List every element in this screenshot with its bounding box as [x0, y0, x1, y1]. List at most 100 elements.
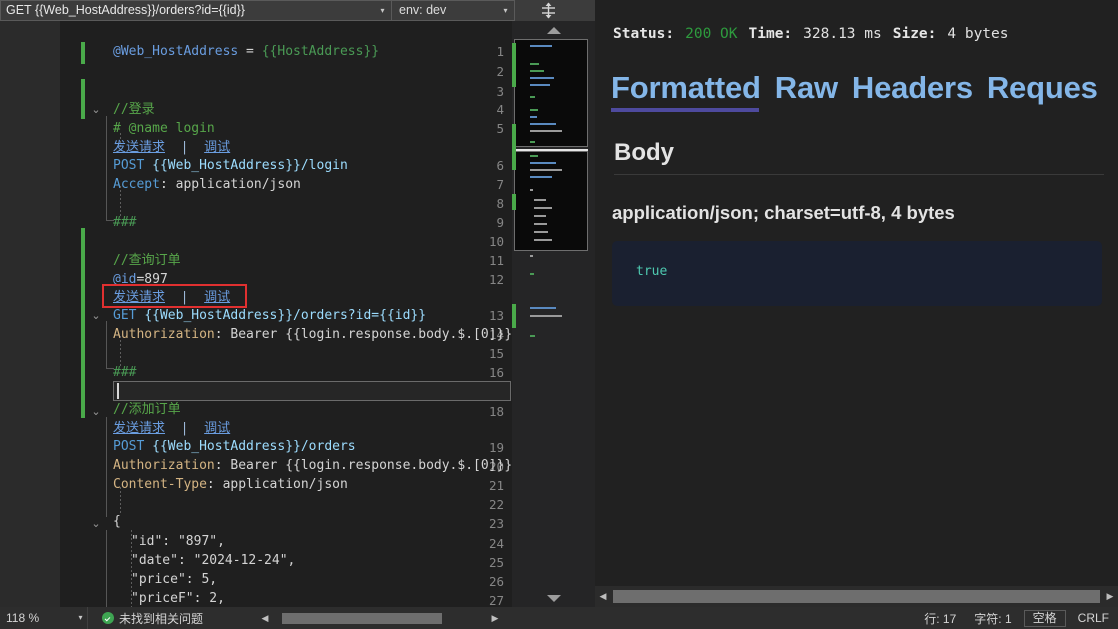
code-line: Authorization: Bearer {{login.response.b…	[113, 456, 512, 476]
code-line: //添加订单	[113, 400, 181, 420]
fold-chevron-icon[interactable]: ⌄	[88, 100, 104, 120]
minimap-line	[530, 45, 552, 47]
minimap-scroll-down-button[interactable]	[512, 589, 595, 607]
send-request-link[interactable]: 发送请求	[113, 290, 165, 305]
code-token-header-value: : Bearer {{login.response.body.$.[0]}}	[214, 458, 512, 473]
code-token-json: "priceF": 2,	[131, 591, 225, 606]
response-body-code-block: true	[612, 241, 1102, 306]
line-number-gutter	[0, 21, 60, 607]
response-body-value: true	[636, 264, 668, 279]
code-token-separator: ###	[113, 365, 137, 380]
minimap-line	[530, 155, 538, 157]
minimap-change-indicator	[512, 304, 516, 328]
code-editor[interactable]: 1 2 3 4 5 6 7 8 9 10 11 12 13 14 15 16 1…	[0, 21, 512, 607]
debug-link[interactable]: 调试	[204, 140, 230, 155]
minimap-scroll-up-button[interactable]	[512, 21, 595, 39]
link-separator: |	[180, 421, 189, 436]
scroll-right-arrow-icon[interactable]: ▶	[1102, 591, 1118, 602]
code-line: //查询订单	[113, 251, 181, 271]
minimap-viewport[interactable]	[514, 151, 588, 251]
zoom-level-dropdown[interactable]: 118 % ▾	[0, 607, 88, 629]
status-label: Status:	[613, 26, 675, 42]
code-token-header-value: application/json	[175, 177, 301, 192]
scrollbar-track[interactable]	[611, 590, 1102, 603]
indentation-indicator[interactable]: 空格	[1023, 609, 1066, 627]
code-text-area[interactable]: @Web_HostAddress = {{HostAddress}} //登录 …	[113, 21, 512, 607]
tab-formatted[interactable]: Formatted	[611, 70, 761, 112]
minimap-line	[530, 77, 554, 79]
minimap-change-indicator	[512, 43, 516, 87]
body-heading: Body	[614, 139, 674, 166]
scroll-left-arrow-icon[interactable]: ◀	[595, 591, 611, 602]
fold-guide	[106, 321, 107, 369]
chevron-down-icon: ▾	[78, 613, 83, 622]
minimap-line	[534, 223, 547, 225]
cursor-line-indicator[interactable]: 行: 17	[915, 610, 965, 627]
fold-chevron-icon[interactable]: ⌄	[88, 306, 104, 326]
send-request-link[interactable]: 发送请求	[113, 140, 165, 155]
code-token-header-value: : Bearer {{login.response.body.$.[0]}}	[214, 327, 512, 342]
code-token-comment: //添加订单	[113, 402, 181, 417]
problems-indicator[interactable]: 未找到相关问题	[88, 610, 211, 627]
minimap-line	[534, 231, 548, 233]
line-ending-indicator[interactable]: CRLF	[1069, 611, 1118, 625]
environment-dropdown[interactable]: env: dev ▾	[392, 0, 515, 21]
indent-guide	[120, 186, 121, 216]
send-request-link[interactable]: 发送请求	[113, 421, 165, 436]
minimap-line	[530, 84, 550, 86]
application-window: GET {{Web_HostAddress}}/orders?id={{id}}…	[0, 0, 1118, 629]
response-status-row: Status: 200 OK Time: 328.13 ms Size: 4 bytes	[613, 26, 1009, 42]
code-token-method: POST	[113, 439, 145, 454]
status-bar: 118 % ▾ 未找到相关问题 行: 17 字符: 1 空格 CRLF	[0, 607, 1118, 629]
environment-value: env: dev	[399, 3, 447, 17]
scrollbar-track[interactable]	[272, 612, 488, 624]
code-token-method: GET	[113, 308, 137, 323]
minimap-line	[530, 109, 538, 111]
check-circle-icon	[102, 612, 114, 624]
split-horizontal-button[interactable]	[518, 0, 578, 21]
editor-minimap[interactable]	[512, 21, 595, 607]
debug-link[interactable]: 调试	[204, 421, 230, 436]
code-token-header-value: : application/json	[206, 477, 348, 492]
minimap-line	[534, 207, 552, 209]
minimap-line	[530, 255, 533, 257]
code-token-brace: {	[113, 514, 121, 529]
code-token-separator: ###	[113, 215, 137, 230]
scrollbar-thumb[interactable]	[613, 590, 1100, 603]
response-tabs: Formatted Raw Headers Reques	[611, 70, 1112, 112]
request-url-dropdown[interactable]: GET {{Web_HostAddress}}/orders?id={{id}}…	[0, 0, 392, 21]
indent-guide	[120, 487, 121, 515]
minimap-line	[530, 70, 544, 72]
scroll-left-arrow-icon[interactable]: ◀	[258, 613, 272, 624]
editor-horizontal-scrollbar[interactable]: ◀ ▶	[258, 611, 502, 625]
code-token-header: Content-Type	[113, 477, 207, 492]
minimap-body[interactable]	[512, 39, 595, 589]
scroll-right-arrow-icon[interactable]: ▶	[488, 613, 502, 624]
minimap-line	[530, 273, 534, 275]
minimap-line	[530, 162, 556, 164]
response-horizontal-scrollbar[interactable]: ◀ ▶	[595, 586, 1118, 607]
code-line: @id=897	[113, 270, 168, 290]
debug-link[interactable]: 调试	[204, 290, 230, 305]
minimap-line	[530, 141, 535, 143]
cursor-column-indicator[interactable]: 字符: 1	[965, 610, 1020, 627]
scrollbar-thumb[interactable]	[282, 612, 442, 624]
indent-guide	[120, 336, 121, 366]
problems-text: 未找到相关问题	[119, 611, 204, 626]
minimap-line	[530, 335, 535, 337]
code-line: //登录	[113, 100, 155, 120]
minimap-line	[534, 215, 546, 217]
code-token-comment: //查询订单	[113, 253, 181, 268]
fold-chevron-icon[interactable]: ⌄	[88, 514, 104, 534]
change-indicator	[81, 400, 85, 418]
fold-chevron-icon[interactable]: ⌄	[88, 402, 104, 422]
tab-request[interactable]: Reques	[987, 70, 1098, 112]
tab-headers[interactable]: Headers	[852, 70, 973, 112]
minimap-line	[530, 307, 556, 309]
code-token-json: "id": "897",	[131, 534, 225, 549]
triangle-up-icon	[546, 26, 561, 34]
code-token-variable: @id	[113, 272, 137, 287]
minimap-change-indicator	[512, 194, 516, 210]
tab-raw[interactable]: Raw	[775, 70, 838, 112]
code-token-value: =897	[136, 272, 168, 287]
